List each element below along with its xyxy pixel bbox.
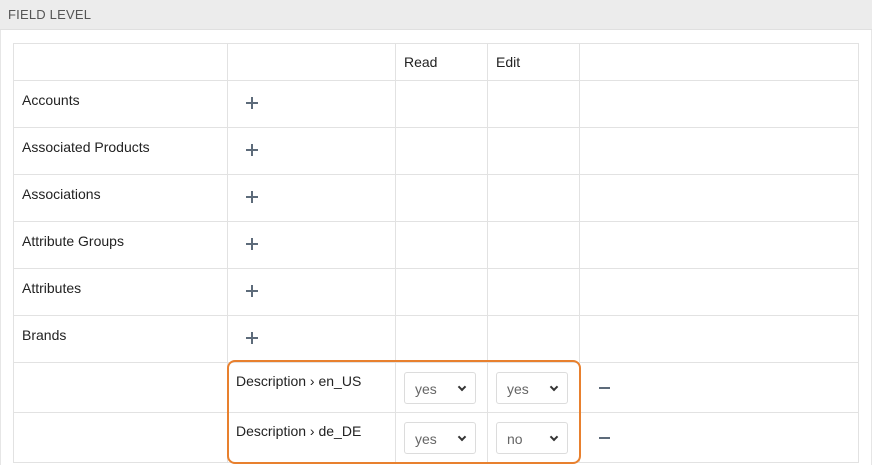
header-field xyxy=(227,43,396,81)
read-permission-value: yes xyxy=(415,431,437,447)
permissions-table: Read Edit Accounts Associated Products A… xyxy=(13,43,859,463)
entity-name: Associated Products xyxy=(13,127,228,175)
edit-permission-select[interactable]: no xyxy=(496,422,568,454)
header-entity xyxy=(13,43,228,81)
header-actions xyxy=(579,43,859,81)
header-edit: Edit xyxy=(487,43,580,81)
add-field-plus-icon[interactable] xyxy=(245,284,259,298)
edit-permission-value: yes xyxy=(507,381,529,397)
entity-name: Associations xyxy=(13,174,228,222)
minus-icon[interactable] xyxy=(599,387,610,389)
field-row-description-de-de: Description › de_DE yes no xyxy=(13,412,859,463)
minus-icon[interactable] xyxy=(599,437,610,439)
entity-row-associated-products: Associated Products xyxy=(13,127,859,175)
edit-permission-select[interactable]: yes xyxy=(496,372,568,404)
field-name: Description › en_US xyxy=(227,362,396,413)
read-permission-value: yes xyxy=(415,381,437,397)
entity-name: Attribute Groups xyxy=(13,221,228,269)
field-level-panel: Read Edit Accounts Associated Products A… xyxy=(0,30,872,465)
field-name: Description › de_DE xyxy=(227,412,396,463)
field-row-description-en-us: Description › en_US yes yes xyxy=(13,362,859,413)
entity-row-accounts: Accounts xyxy=(13,80,859,128)
section-title: FIELD LEVEL xyxy=(8,7,92,22)
entity-row-associations: Associations xyxy=(13,174,859,222)
entity-row-attributes: Attributes xyxy=(13,268,859,316)
entity-row-brands: Brands xyxy=(13,315,859,363)
add-field-plus-icon[interactable] xyxy=(245,237,259,251)
add-field-plus-icon[interactable] xyxy=(245,143,259,157)
table-header-row: Read Edit xyxy=(13,43,859,81)
chevron-down-icon xyxy=(549,432,559,442)
entity-name: Attributes xyxy=(13,268,228,316)
chevron-down-icon xyxy=(457,382,467,392)
entity-row-attribute-groups: Attribute Groups xyxy=(13,221,859,269)
add-field-plus-icon[interactable] xyxy=(245,331,259,345)
entity-name: Brands xyxy=(13,315,228,363)
read-permission-select[interactable]: yes xyxy=(404,372,476,404)
section-header: FIELD LEVEL xyxy=(0,0,872,30)
edit-permission-value: no xyxy=(507,431,523,447)
chevron-down-icon xyxy=(549,382,559,392)
entity-name: Accounts xyxy=(13,80,228,128)
add-field-plus-icon[interactable] xyxy=(245,190,259,204)
chevron-down-icon xyxy=(457,432,467,442)
header-read: Read xyxy=(395,43,488,81)
read-permission-select[interactable]: yes xyxy=(404,422,476,454)
add-field-plus-icon[interactable] xyxy=(245,96,259,110)
